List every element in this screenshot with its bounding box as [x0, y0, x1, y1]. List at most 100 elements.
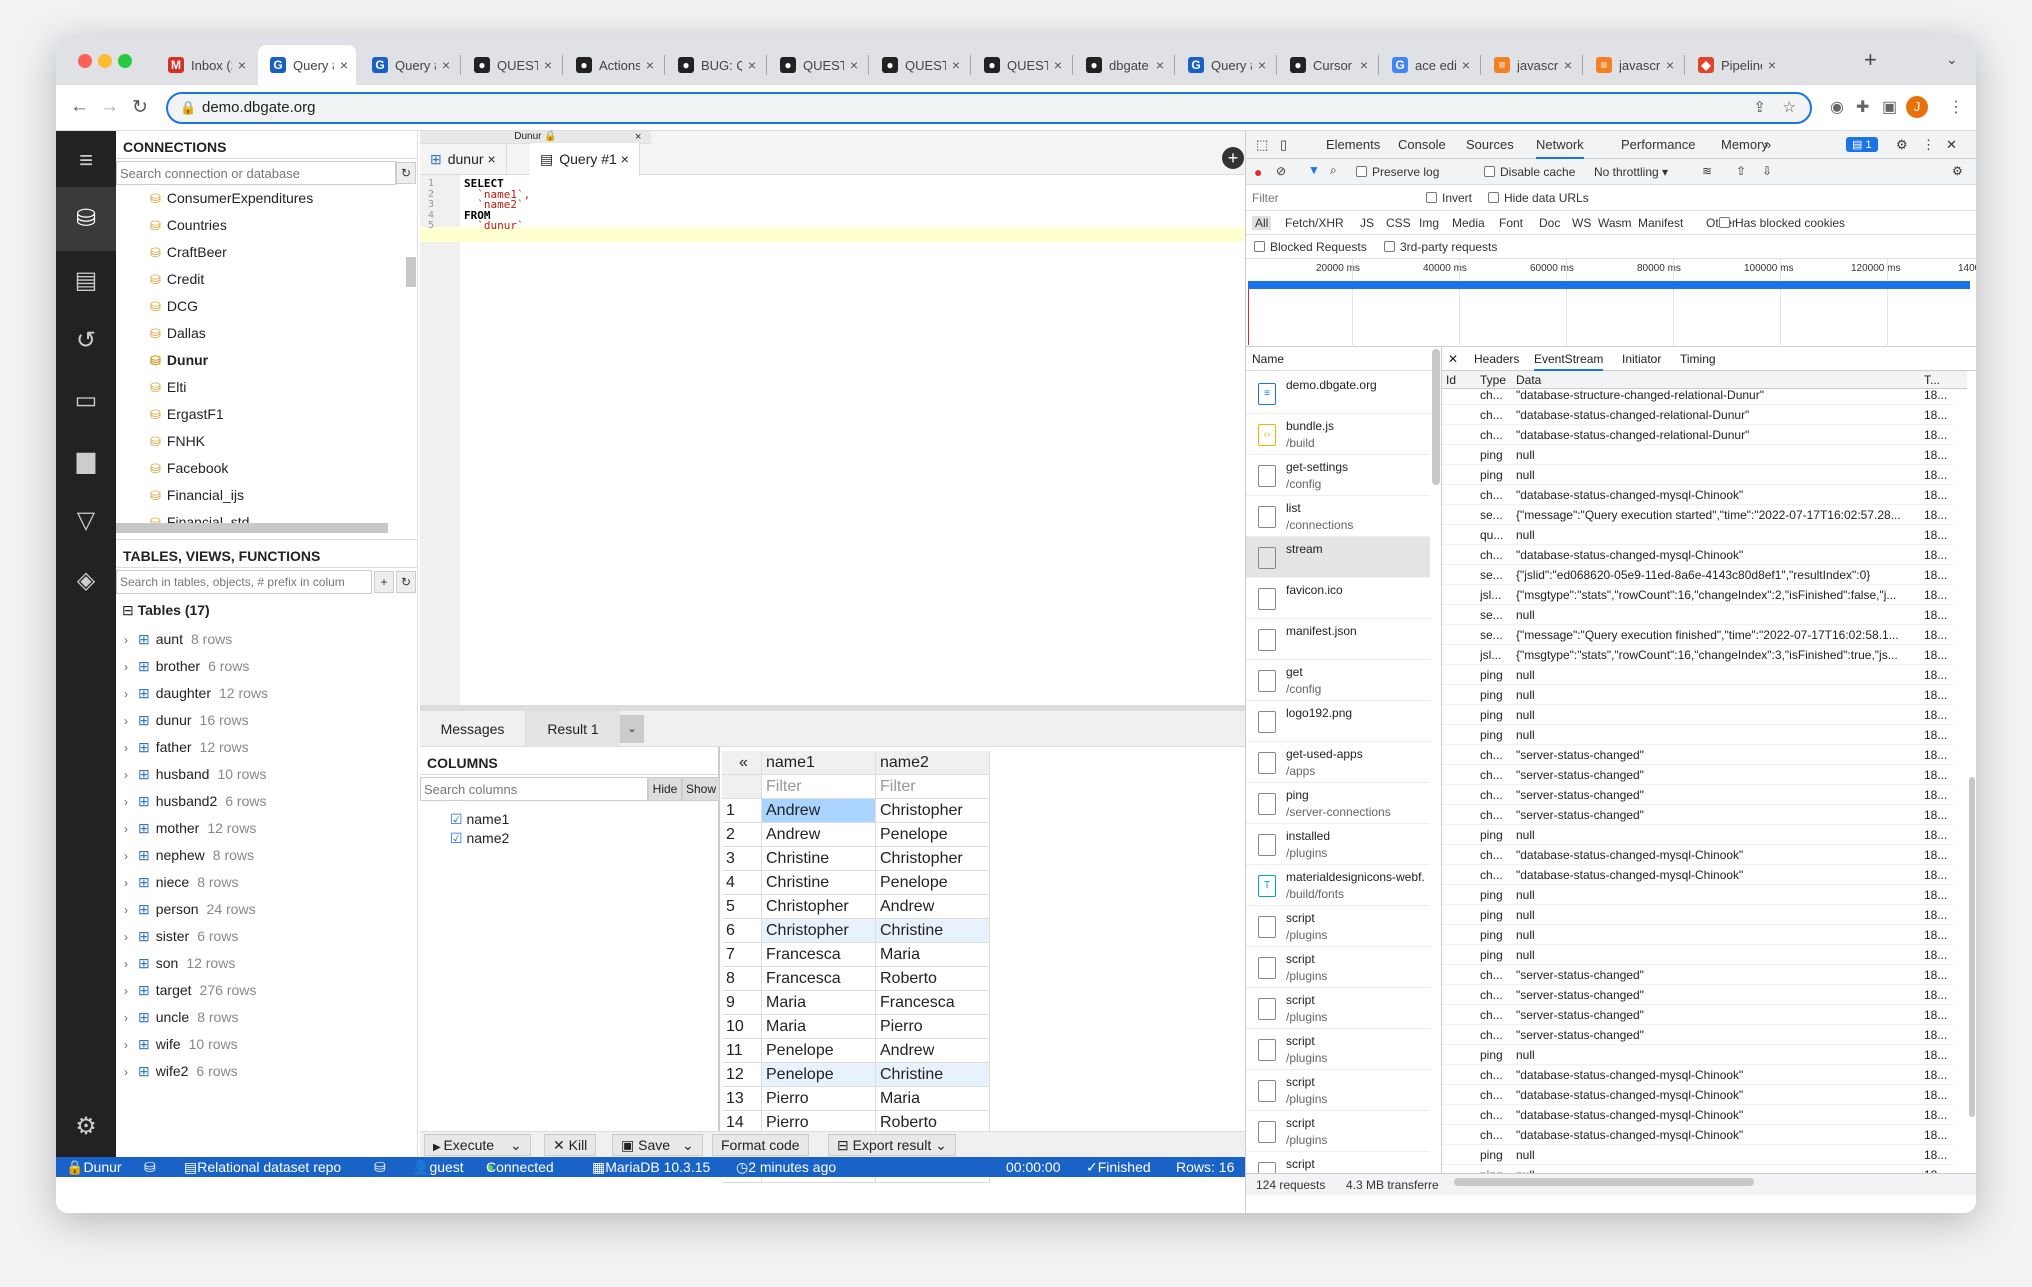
chevron-right-icon[interactable]: ›: [124, 768, 128, 782]
connection-item[interactable]: ⛁ Financial_ijs: [150, 482, 410, 509]
type-filter-fetch-xhr[interactable]: Fetch/XHR: [1285, 216, 1344, 230]
event-row[interactable]: ch... "server-status-changed" 18...: [1442, 1025, 1953, 1045]
grid-cell[interactable]: Christopher: [762, 919, 876, 943]
close-tab-icon[interactable]: ×: [1258, 57, 1266, 73]
export-icon[interactable]: ⇩: [1762, 164, 1772, 178]
chevron-right-icon[interactable]: ›: [124, 930, 128, 944]
request-row[interactable]: stream: [1246, 537, 1430, 578]
url-field[interactable]: 🔒 demo.dbgate.org ⇪ ☆: [166, 92, 1812, 124]
table-item[interactable]: › ⊞ wife 10 rows: [124, 1031, 414, 1058]
chevron-right-icon[interactable]: ›: [124, 957, 128, 971]
chevron-right-icon[interactable]: ›: [124, 849, 128, 863]
throttling-select[interactable]: No throttling ▾: [1594, 165, 1668, 179]
event-row[interactable]: ping null 18...: [1442, 445, 1953, 465]
minimize-window-button[interactable]: [98, 54, 112, 68]
chevron-right-icon[interactable]: ›: [124, 1065, 128, 1079]
grid-cell[interactable]: Pierro: [762, 1087, 876, 1111]
tables-group[interactable]: ⊟ Tables (17): [122, 602, 210, 619]
type-filter-wasm[interactable]: Wasm: [1598, 216, 1632, 230]
chevron-right-icon[interactable]: ›: [124, 822, 128, 836]
request-list-scrollbar[interactable]: [1432, 349, 1440, 485]
browser-tab[interactable]: ≡ javascri ×: [1584, 45, 1682, 85]
event-row[interactable]: ping null 18...: [1442, 685, 1953, 705]
request-row[interactable]: script/plugins: [1246, 947, 1430, 988]
event-row[interactable]: ch... "database-status-changed-mysql-Chin…: [1442, 865, 1953, 885]
grid-corner[interactable]: «: [722, 751, 762, 775]
event-row[interactable]: ch... "database-status-changed-mysql-Chin…: [1442, 1065, 1953, 1085]
close-tab-icon[interactable]: ×: [1564, 57, 1572, 73]
close-tab-icon[interactable]: ×: [621, 151, 629, 167]
type-filter-media[interactable]: Media: [1452, 216, 1485, 230]
browser-tab[interactable]: ◆ Pipeline ×: [1686, 45, 1784, 85]
event-row[interactable]: ping null 18...: [1442, 905, 1953, 925]
close-tab-icon[interactable]: ×: [1054, 57, 1062, 73]
grid-cell[interactable]: Christine: [762, 847, 876, 871]
event-row[interactable]: jsl... {"msgtype":"stats","rowCount":16,"…: [1442, 585, 1953, 605]
browser-tab[interactable]: ● BUG: Q ×: [666, 45, 764, 85]
close-tab-icon[interactable]: ×: [1462, 57, 1470, 73]
close-tab-icon[interactable]: ×: [1156, 57, 1164, 73]
connection-item[interactable]: ⛁ Elti: [150, 374, 410, 401]
execute-button[interactable]: ▶ Execute ⌄: [424, 1134, 531, 1156]
blocked-cookies-checkbox[interactable]: Has blocked cookies: [1719, 216, 1845, 230]
database-icon[interactable]: ⛁: [70, 203, 102, 235]
chevron-right-icon[interactable]: ›: [124, 633, 128, 647]
profile-avatar[interactable]: J: [1906, 96, 1928, 118]
preserve-log-checkbox[interactable]: Preserve log: [1356, 165, 1439, 179]
event-row[interactable]: ping null 18...: [1442, 1045, 1953, 1065]
event-row[interactable]: jsl... {"msgtype":"stats","rowCount":16,"…: [1442, 645, 1953, 665]
browser-tab[interactable]: ● QUESTI ×: [870, 45, 968, 85]
devtools-tab-sources[interactable]: Sources: [1466, 137, 1514, 152]
grid-cell[interactable]: Maria: [762, 991, 876, 1015]
filter-input-name1[interactable]: Filter: [762, 775, 876, 799]
table-item[interactable]: › ⊞ niece 8 rows: [124, 869, 414, 896]
close-tab-icon[interactable]: ×: [1360, 57, 1368, 73]
chevron-right-icon[interactable]: ›: [124, 741, 128, 755]
chevron-right-icon[interactable]: ›: [124, 984, 128, 998]
sidepanel-icon[interactable]: ▣: [1882, 97, 1897, 117]
connection-search-input[interactable]: Search connection or database: [116, 161, 396, 185]
request-row[interactable]: Tmaterialdesignicons-webf. /build/fonts: [1246, 865, 1430, 906]
type-filter-js[interactable]: JS: [1360, 216, 1374, 230]
grid-cell[interactable]: Andrew: [762, 799, 876, 823]
event-row[interactable]: ping null 18...: [1442, 825, 1953, 845]
close-tab-icon[interactable]: ×: [952, 57, 960, 73]
clear-icon[interactable]: ⊘: [1276, 164, 1286, 178]
export-result-button[interactable]: ⊟ Export result ⌄: [828, 1134, 956, 1156]
browser-tab[interactable]: ● QUESTI ×: [462, 45, 560, 85]
table-item[interactable]: › ⊞ son 12 rows: [124, 950, 414, 977]
chevron-right-icon[interactable]: ›: [124, 903, 128, 917]
connection-item[interactable]: ⛁ ErgastF1: [150, 401, 410, 428]
event-row[interactable]: ch... "database-status-changed-mysql-Chin…: [1442, 1125, 1953, 1145]
filter-icon[interactable]: ▼: [1308, 163, 1320, 177]
browser-tab[interactable]: ● QUESTI ×: [972, 45, 1070, 85]
event-row[interactable]: ping null 18...: [1442, 945, 1953, 965]
devtools-tab-console[interactable]: Console: [1398, 137, 1446, 152]
event-row[interactable]: ch... "server-status-changed" 18...: [1442, 745, 1953, 765]
grid-cell[interactable]: Maria: [876, 1087, 990, 1111]
settings-gear-icon[interactable]: ⚙: [70, 1111, 102, 1143]
connection-item[interactable]: ⛁ DCG: [150, 293, 410, 320]
status-db[interactable]: 🔒 Dunur: [66, 1157, 122, 1177]
close-tab-icon[interactable]: ×: [1768, 57, 1776, 73]
grid-cell[interactable]: Andrew: [762, 823, 876, 847]
event-row[interactable]: ch... "database-status-changed-relational…: [1442, 405, 1953, 425]
tab-dunur[interactable]: ⊞ dunur ×: [420, 143, 507, 175]
browser-tab[interactable]: Gace edi ×: [1380, 45, 1478, 85]
status-repo[interactable]: ▤ Relational dataset repo: [184, 1157, 341, 1177]
show-columns-button[interactable]: Show: [682, 777, 720, 801]
chevron-right-icon[interactable]: ›: [124, 876, 128, 890]
event-row[interactable]: ping null 18...: [1442, 725, 1953, 745]
chevron-right-icon[interactable]: ›: [124, 1038, 128, 1052]
event-row[interactable]: se... null 18...: [1442, 605, 1953, 625]
invert-checkbox[interactable]: Invert: [1426, 191, 1472, 205]
table-item[interactable]: › ⊞ person 24 rows: [124, 896, 414, 923]
chevron-right-icon[interactable]: ›: [124, 660, 128, 674]
file-icon[interactable]: ▤: [70, 265, 102, 297]
devtools-menu-icon[interactable]: ⋮: [1922, 137, 1935, 153]
maximize-window-button[interactable]: [118, 54, 132, 68]
connection-item[interactable]: ⛁ CraftBeer: [150, 239, 410, 266]
import-icon[interactable]: ⇧: [1736, 164, 1746, 178]
event-row[interactable]: ch... "server-status-changed" 18...: [1442, 965, 1953, 985]
devtools-tab-performance[interactable]: Performance: [1621, 137, 1695, 152]
